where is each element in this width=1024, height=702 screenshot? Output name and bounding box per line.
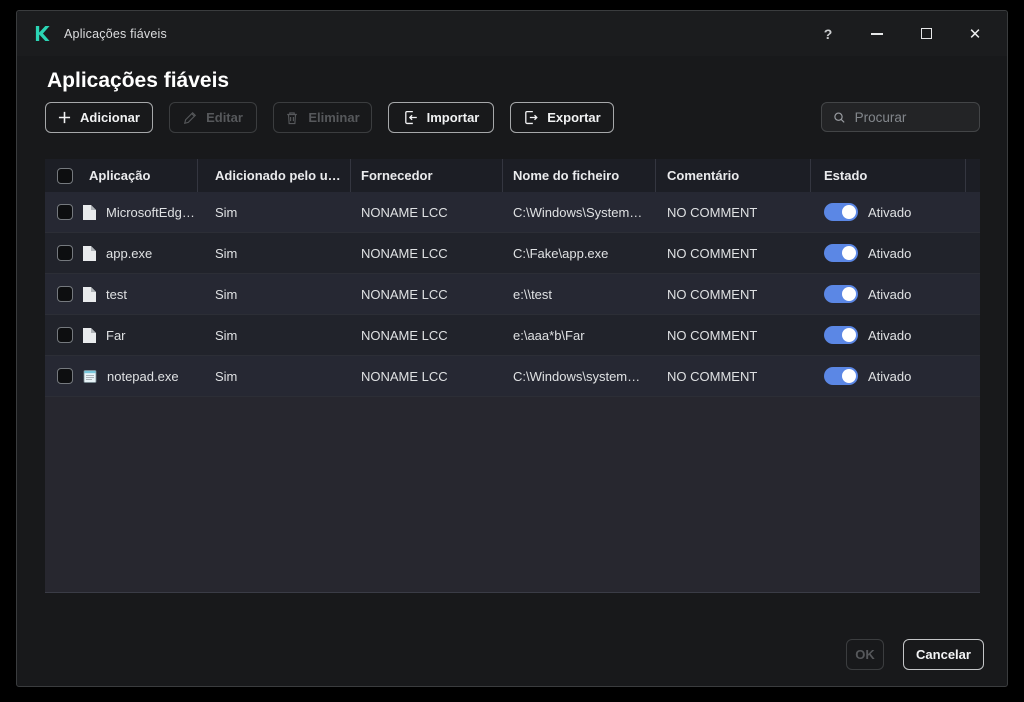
search-box[interactable] bbox=[821, 102, 980, 132]
pencil-icon bbox=[184, 111, 197, 124]
ok-button[interactable]: OK bbox=[846, 639, 884, 670]
trusted-applications-window: Aplicações fiáveis ? ✕ Aplicações fiávei… bbox=[16, 10, 1008, 687]
app-name: Far bbox=[106, 327, 126, 343]
added-by-user: Sim bbox=[215, 245, 238, 261]
maximize-icon bbox=[920, 28, 932, 39]
status-label: Ativado bbox=[868, 286, 912, 302]
row-checkbox[interactable] bbox=[57, 286, 73, 302]
import-icon bbox=[404, 110, 417, 125]
help-button[interactable]: ? bbox=[813, 19, 843, 49]
plus-icon bbox=[58, 111, 71, 124]
comment: NO COMMENT bbox=[667, 368, 758, 384]
trusted-apps-table: Aplicação Adicionado pelo u… Fornecedor … bbox=[45, 159, 980, 593]
row-checkbox[interactable] bbox=[57, 327, 73, 343]
header-status: Estado bbox=[824, 168, 868, 183]
file-icon bbox=[83, 204, 96, 220]
select-all-checkbox[interactable] bbox=[57, 167, 73, 184]
header-filename: Nome do ficheiro bbox=[513, 168, 620, 183]
minimize-button[interactable] bbox=[862, 19, 892, 49]
row-checkbox[interactable] bbox=[57, 245, 73, 261]
table-row[interactable]: app.exe Sim NONAME LCC C:\Fake\app.exe N… bbox=[45, 233, 980, 274]
file-icon bbox=[83, 245, 96, 261]
app-name: notepad.exe bbox=[107, 368, 179, 384]
minimize-icon bbox=[871, 32, 883, 35]
table-row[interactable]: notepad.exe Sim NONAME LCC C:\Windows\sy… bbox=[45, 356, 980, 397]
comment: NO COMMENT bbox=[667, 286, 758, 302]
search-icon bbox=[834, 112, 845, 123]
status-toggle[interactable] bbox=[824, 203, 858, 221]
close-button[interactable]: ✕ bbox=[960, 19, 990, 49]
added-by-user: Sim bbox=[215, 204, 238, 220]
vendor: NONAME LCC bbox=[361, 204, 448, 220]
status-label: Ativado bbox=[868, 327, 912, 343]
table-row[interactable]: MicrosoftEdg… Sim NONAME LCC C:\Windows\… bbox=[45, 192, 980, 233]
file-path: C:\Windows\system… bbox=[513, 368, 641, 384]
trash-icon bbox=[287, 111, 298, 124]
page-title: Aplicações fiáveis bbox=[47, 69, 230, 92]
status-label: Ativado bbox=[868, 368, 912, 384]
status-toggle[interactable] bbox=[824, 367, 858, 385]
comment: NO COMMENT bbox=[667, 204, 758, 220]
row-checkbox[interactable] bbox=[57, 368, 73, 384]
status-label: Ativado bbox=[868, 204, 912, 220]
vendor: NONAME LCC bbox=[361, 368, 448, 384]
added-by-user: Sim bbox=[215, 327, 238, 343]
table-empty-area bbox=[45, 397, 980, 593]
table-row[interactable]: test Sim NONAME LCC e:\\test NO COMMENT … bbox=[45, 274, 980, 315]
export-button[interactable]: Exportar bbox=[510, 102, 614, 133]
app-name: test bbox=[106, 286, 127, 302]
vendor: NONAME LCC bbox=[361, 327, 448, 343]
app-name: app.exe bbox=[106, 245, 153, 261]
app-name: MicrosoftEdg… bbox=[106, 204, 195, 220]
file-icon bbox=[83, 286, 96, 302]
close-icon: ✕ bbox=[968, 25, 982, 43]
table-header-row: Aplicação Adicionado pelo u… Fornecedor … bbox=[45, 159, 980, 192]
comment: NO COMMENT bbox=[667, 245, 758, 261]
window-controls: ? ✕ bbox=[794, 19, 990, 49]
status-toggle[interactable] bbox=[824, 326, 858, 344]
vendor: NONAME LCC bbox=[361, 286, 448, 302]
file-icon bbox=[83, 327, 96, 343]
add-button[interactable]: Adicionar bbox=[45, 102, 153, 133]
delete-button[interactable]: Eliminar bbox=[273, 102, 372, 133]
search-input[interactable] bbox=[854, 109, 968, 125]
file-path: e:\\test bbox=[513, 286, 553, 302]
added-by-user: Sim bbox=[215, 368, 238, 384]
comment: NO COMMENT bbox=[667, 327, 758, 343]
titlebar: Aplicações fiáveis ? ✕ bbox=[17, 11, 1007, 56]
header-added-by-user: Adicionado pelo u… bbox=[215, 168, 341, 183]
help-icon: ? bbox=[823, 25, 833, 42]
cancel-button[interactable]: Cancelar bbox=[903, 639, 984, 670]
status-toggle[interactable] bbox=[824, 285, 858, 303]
vendor: NONAME LCC bbox=[361, 245, 448, 261]
maximize-button[interactable] bbox=[911, 19, 941, 49]
file-path: C:\Fake\app.exe bbox=[513, 245, 609, 261]
edit-button[interactable]: Editar bbox=[169, 102, 257, 133]
status-toggle[interactable] bbox=[824, 244, 858, 262]
row-checkbox[interactable] bbox=[57, 204, 73, 220]
status-label: Ativado bbox=[868, 245, 912, 261]
file-path: C:\Windows\System… bbox=[513, 204, 643, 220]
import-button[interactable]: Importar bbox=[388, 102, 494, 133]
table-row[interactable]: Far Sim NONAME LCC e:\aaa*b\Far NO COMME… bbox=[45, 315, 980, 356]
kaspersky-logo-icon bbox=[34, 25, 51, 42]
export-icon bbox=[525, 110, 538, 125]
header-comment: Comentário bbox=[667, 168, 740, 183]
titlebar-title: Aplicações fiáveis bbox=[64, 26, 167, 41]
header-application: Aplicação bbox=[89, 168, 151, 183]
notepad-icon bbox=[83, 370, 97, 383]
added-by-user: Sim bbox=[215, 286, 238, 302]
file-path: e:\aaa*b\Far bbox=[513, 327, 585, 343]
header-vendor: Fornecedor bbox=[361, 168, 433, 183]
